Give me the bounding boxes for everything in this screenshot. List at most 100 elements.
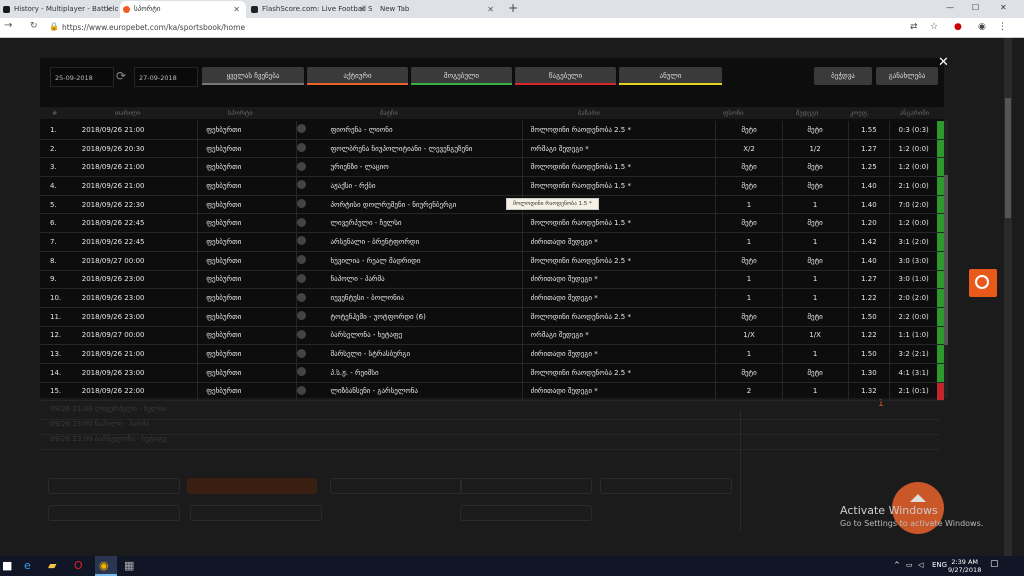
info-icon[interactable] [297,311,307,321]
minimize-icon[interactable]: — [946,3,954,12]
row-info-icon[interactable] [296,213,323,234]
url-field[interactable]: https://www.europebet.com/ka/sportsbook/… [62,23,245,32]
table-row[interactable]: 6. 2018/09/26 22:45 ფეხბურთი ლივერპული - ჩე… [40,213,944,234]
info-icon[interactable] [297,367,307,377]
close-modal-icon[interactable]: ✕ [938,55,949,70]
filter-lost-button[interactable]: წაგებული [515,67,616,85]
table-row[interactable]: 8. 2018/09/27 00:00 ფეხბურთი ხუვილია - რეალ… [40,251,944,271]
refresh-button[interactable]: განახლება [876,67,938,85]
calculator-icon[interactable]: ▦ [124,559,134,572]
reload-icon[interactable]: ↻ [30,21,38,31]
browser-tab-1[interactable]: History - Multiplayer - Battlelog ✕ [0,1,118,18]
browser-tab-3[interactable]: FlashScore.com: Live Football Sc ✕ [248,1,372,18]
table-row[interactable]: 10. 2018/09/26 23:00 ფეხბურთი იუვენტუსი - ბ… [40,288,944,308]
table-row[interactable]: 5. 2018/09/26 22:30 ფეხბურთი პორტისი დოლრუმ… [40,195,944,215]
row-sport: ფეხბურთი [197,382,298,402]
filter-won-button[interactable]: მოგებული [411,67,512,85]
info-icon[interactable] [297,329,307,339]
info-icon[interactable] [297,199,307,209]
row-info-icon[interactable] [296,121,323,140]
maximize-icon[interactable]: ☐ [972,3,979,12]
info-icon[interactable] [297,217,307,227]
filter-active-button[interactable]: აქტიური [307,67,408,85]
page-scrollbar[interactable] [1004,38,1012,556]
row-score: 4:1 (3:1) [889,363,938,383]
table-row[interactable]: 1. 2018/09/26 21:00 ფეხბურთი ფიორენა - ლიონ… [40,121,944,140]
filter-active-bar [307,83,408,85]
activate-windows-subtitle: Go to Settings to activate Windows. [840,519,984,528]
info-icon[interactable] [297,161,307,171]
opera-icon[interactable]: O [74,559,83,572]
info-icon[interactable] [297,255,307,265]
row-info-icon[interactable] [296,326,323,346]
language-indicator[interactable]: ENG [932,561,947,569]
file-explorer-icon[interactable]: ▰ [48,559,56,572]
tray-chevron-icon[interactable]: ^ [894,561,900,569]
row-info-icon[interactable] [296,232,323,252]
table-row[interactable]: 7. 2018/09/26 22:45 ფეხბურთი არსენალი - ბრე… [40,232,944,252]
close-tab-icon[interactable]: ✕ [359,5,366,14]
new-tab-icon[interactable]: + [508,1,518,15]
page-scrollbar-thumb[interactable] [1005,98,1011,218]
close-tab-icon[interactable]: ✕ [233,5,240,14]
date-from-input[interactable]: 25-09-2018 [50,67,114,87]
info-icon[interactable] [297,236,307,246]
translate-icon[interactable]: ⇄ [910,22,918,32]
profile-icon[interactable]: ◉ [978,22,986,32]
date-to-input[interactable]: 27-09-2018 [134,67,198,87]
close-tab-icon[interactable]: ✕ [487,5,494,14]
edge-icon[interactable]: e [24,559,31,572]
network-icon[interactable]: ▭ [906,561,913,569]
row-info-icon[interactable] [296,363,323,383]
table-row[interactable]: 15. 2018/09/26 22:00 ფეხბურთი ლიზბანსენი - … [40,382,944,402]
clock[interactable]: 2:39 AM 9/27/2018 [948,558,981,574]
notifications-icon[interactable]: ▢ [990,559,999,569]
table-row[interactable]: 12. 2018/09/27 00:00 ფეხბურთი ბარსელონა - ხ… [40,326,944,346]
forward-icon[interactable]: → [4,20,12,31]
filter-void-button[interactable]: ანული [619,67,722,85]
row-info-icon[interactable] [296,195,323,215]
table-row[interactable]: 4. 2018/09/26 21:00 ფეხბურთი აჟაქსი - რქბი მ… [40,176,944,196]
info-icon[interactable] [297,273,307,283]
extension-icon[interactable]: ● [954,22,962,32]
row-info-icon[interactable] [296,288,323,308]
info-icon[interactable] [297,385,307,395]
info-icon[interactable] [297,143,307,153]
row-info-icon[interactable] [296,344,323,364]
table-row[interactable]: 3. 2018/09/26 21:00 ფეხბურთი ურიენზი - ლაცი… [40,157,944,178]
chrome-icon[interactable]: ◉ [99,559,109,572]
close-tab-icon[interactable]: ✕ [105,5,112,14]
table-row[interactable]: 11. 2018/09/26 23:00 ფეხბურთი ტოტენჰემი - უ… [40,307,944,327]
row-date: 2018/09/26 22:00 [73,382,199,402]
modal-scrollbar-thumb[interactable] [944,175,948,345]
table-row[interactable]: 13. 2018/09/26 21:00 ფეხბურთი მარსელი - სტრ… [40,344,944,364]
info-icon[interactable] [297,124,307,134]
modal-scrollbar[interactable] [944,120,948,398]
refresh-icon[interactable]: ⟳ [116,69,130,83]
row-market: ძირითადი შედეგი * [522,288,717,308]
row-info-icon[interactable] [296,307,323,327]
info-icon[interactable] [297,292,307,302]
info-icon[interactable] [297,180,307,190]
table-row[interactable]: 9. 2018/09/26 23:00 ფეხბურთი ნაპოლი - პარმა… [40,270,944,290]
browser-tab-4[interactable]: New Tab ✕ [374,1,500,18]
table-row[interactable]: 2. 2018/09/26 20:30 ფეხბურთი ფოლბრენა ნიუპო… [40,139,944,159]
live-support-button[interactable] [969,269,997,297]
table-row[interactable]: 14. 2018/09/26 23:00 ფეხბურთი პ.ს.ჟ. - რეიმ… [40,363,944,383]
close-window-icon[interactable]: ✕ [1000,3,1007,12]
row-info-icon[interactable] [296,251,323,271]
print-button[interactable]: ბეჭდვა [814,67,872,85]
row-info-icon[interactable] [296,176,323,196]
row-info-icon[interactable] [296,270,323,290]
info-icon[interactable] [297,348,307,358]
row-info-icon[interactable] [296,382,323,402]
volume-icon[interactable]: ◁ [918,561,923,569]
browser-tab-2[interactable]: სპორტი ✕ [120,1,246,18]
bookmark-star-icon[interactable]: ☆ [930,22,938,32]
filter-all-button[interactable]: ყველას ჩვენება [202,67,304,85]
start-icon[interactable]: ■ [2,559,12,572]
row-info-icon[interactable] [296,139,323,159]
row-info-icon[interactable] [296,157,323,178]
row-odds: 1.55 [848,121,891,140]
menu-icon[interactable]: ⋮ [998,22,1007,32]
